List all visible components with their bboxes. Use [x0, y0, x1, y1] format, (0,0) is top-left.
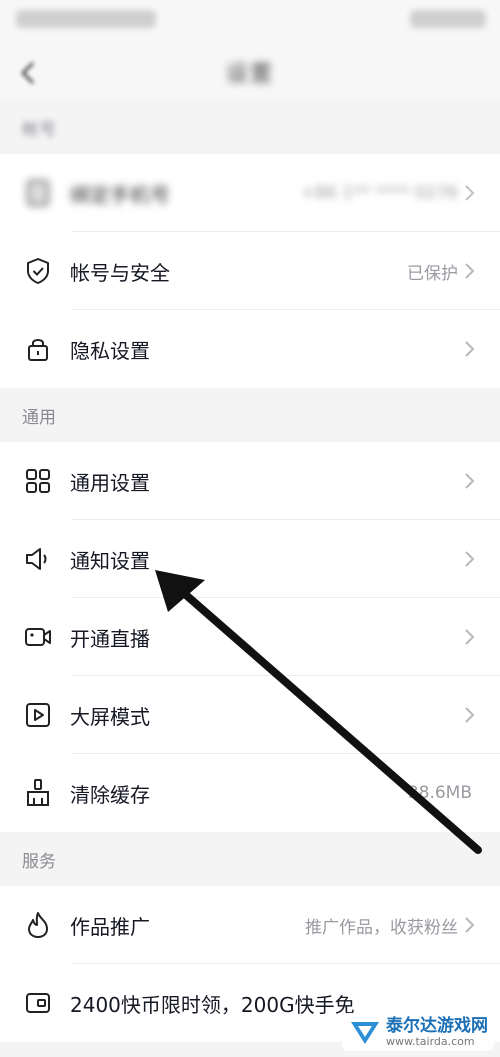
start-live-row[interactable]: 开通直播 [0, 598, 500, 676]
privacy-settings-label: 隐私设置 [70, 338, 150, 363]
works-promotion-row[interactable]: 作品推广 推广作品，收获粉丝 [0, 886, 500, 964]
chevron-right-icon [464, 705, 478, 725]
chevron-right-icon [464, 261, 478, 281]
chevron-right-icon [464, 627, 478, 647]
account-security-row[interactable]: 帐号与安全 已保护 [0, 232, 500, 310]
grid-icon [22, 465, 54, 497]
big-screen-mode-row[interactable]: 大屏模式 [0, 676, 500, 754]
privacy-settings-row[interactable]: 隐私设置 [0, 310, 500, 388]
general-settings-label: 通用设置 [70, 470, 150, 495]
status-bar [0, 0, 500, 44]
watermark-url: www.tairda.com [386, 1035, 475, 1048]
page-title: 设置 [225, 62, 274, 87]
camera-icon [22, 621, 54, 653]
works-promotion-label: 作品推广 [70, 914, 150, 939]
chevron-right-icon [464, 915, 478, 935]
clear-cache-row[interactable]: 清除缓存 38.6MB [0, 754, 500, 832]
phone-binding-label: 绑定手机号 [70, 182, 170, 207]
phone-binding-value: +86 1** **** 0276 [300, 183, 458, 203]
status-bar-battery [410, 10, 486, 28]
chevron-right-icon [464, 183, 478, 203]
watermark: 泰尔达游戏网 www.tairda.com [342, 1013, 494, 1051]
play-square-icon [22, 699, 54, 731]
lock-icon [22, 333, 54, 365]
cache-size-value: 38.6MB [407, 783, 472, 803]
works-promotion-subtitle: 推广作品，收获粉丝 [305, 917, 458, 938]
clear-cache-label: 清除缓存 [70, 782, 150, 807]
card-icon [22, 987, 54, 1019]
section-header-service: 服务 [0, 832, 500, 886]
chevron-right-icon [464, 549, 478, 569]
start-live-label: 开通直播 [70, 626, 150, 651]
general-group: 通用设置 通知设置 开通直播 大屏模式 清除缓存 38.6MB [0, 442, 500, 832]
phone-icon [22, 177, 54, 209]
section-header-general: 通用 [0, 388, 500, 442]
chevron-right-icon [464, 339, 478, 359]
notification-settings-row[interactable]: 通知设置 [0, 520, 500, 598]
account-security-label: 帐号与安全 [70, 260, 170, 285]
notification-settings-label: 通知设置 [70, 548, 150, 573]
account-group: 绑定手机号 +86 1** **** 0276 帐号与安全 已保护 隐私设置 [0, 154, 500, 388]
general-settings-row[interactable]: 通用设置 [0, 442, 500, 520]
watermark-title: 泰尔达游戏网 [386, 1016, 488, 1036]
account-security-status: 已保护 [407, 263, 458, 284]
tairda-logo-icon [351, 1022, 379, 1044]
section-header-account: 帐号 [0, 100, 500, 154]
navigation-bar: 设置 [0, 44, 500, 100]
status-bar-time [16, 10, 156, 28]
phone-binding-row[interactable]: 绑定手机号 +86 1** **** 0276 [0, 154, 500, 232]
shield-icon [22, 255, 54, 287]
flame-icon [22, 909, 54, 941]
back-arrow-icon[interactable] [14, 58, 44, 88]
big-screen-mode-label: 大屏模式 [70, 704, 150, 729]
broom-icon [22, 777, 54, 809]
chevron-right-icon [464, 471, 478, 491]
speaker-icon [22, 543, 54, 575]
